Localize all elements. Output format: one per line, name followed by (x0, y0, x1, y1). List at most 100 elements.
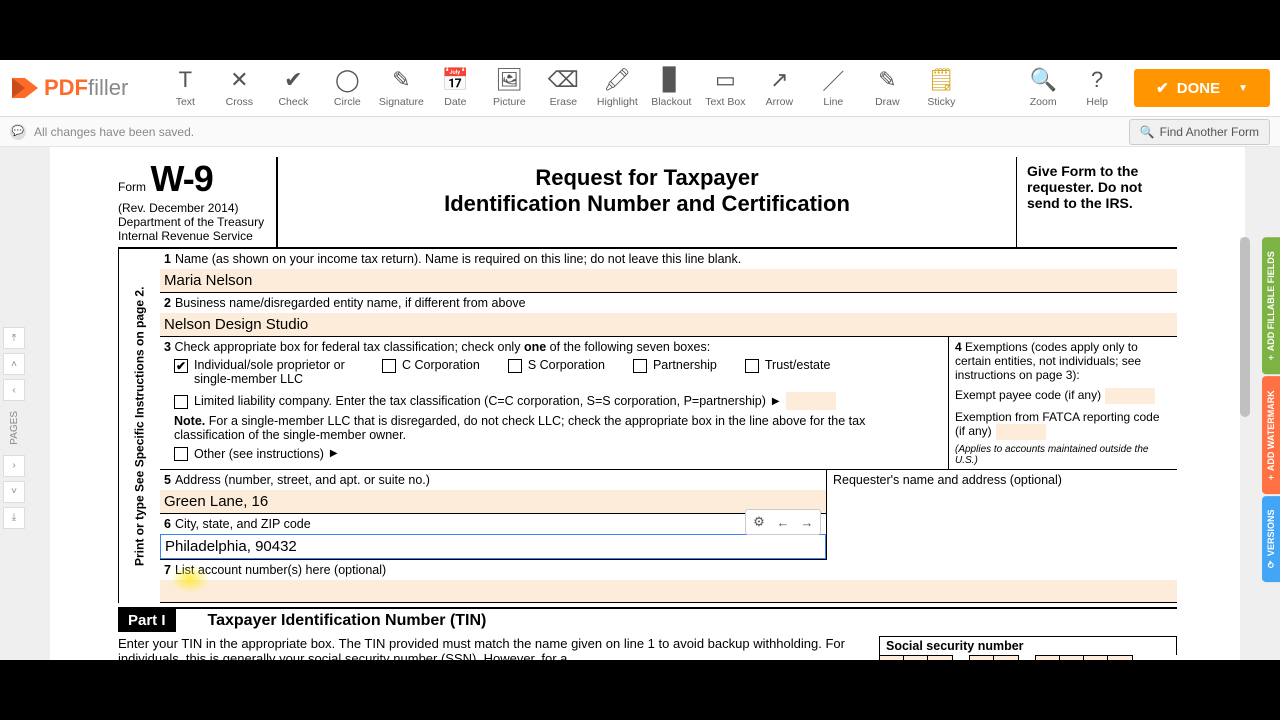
erase-icon: ⌫ (548, 68, 579, 92)
arrow-icon: ↗ (770, 68, 788, 92)
date-tool-button[interactable]: 📅Date (428, 61, 482, 116)
line3-label-c: of the following seven boxes: (550, 340, 711, 354)
textbox-icon: ▭ (715, 68, 736, 92)
search-icon: 🔍 (1140, 125, 1155, 139)
exempt-fatca-field[interactable] (996, 424, 1046, 440)
logo[interactable]: PDFfiller (10, 75, 128, 101)
text-tool-button[interactable]: TText (158, 61, 212, 116)
line6-label: City, state, and ZIP code (175, 517, 311, 531)
erase-tool-button[interactable]: ⌫Erase (536, 61, 590, 116)
address-field[interactable]: Green Lane, 16 (160, 490, 826, 513)
chevron-down-icon: ▼ (1238, 83, 1248, 94)
name-field[interactable]: Maria Nelson (160, 269, 1177, 292)
done-button[interactable]: DONE ▼ (1134, 69, 1270, 107)
draw-tool-button[interactable]: ✎Draw (860, 61, 914, 116)
scroll-thumb[interactable] (1240, 237, 1250, 417)
checkbox-scorp[interactable] (508, 359, 522, 373)
exempt-note: (Applies to accounts maintained outside … (955, 444, 1171, 466)
logo-icon (10, 76, 40, 100)
check-tool-button[interactable]: ✔Check (266, 61, 320, 116)
field-prev-button[interactable]: ← (772, 512, 794, 532)
checkbox-individual[interactable] (174, 359, 188, 373)
form-sidebar-text: Print or type See Specific Instructions … (118, 249, 160, 603)
part-i-badge: Part I (118, 609, 176, 632)
checkbox-trust[interactable] (745, 359, 759, 373)
field-next-button[interactable]: → (796, 512, 818, 532)
checkbox-llc[interactable] (174, 395, 188, 409)
line4-label: Exemptions (codes apply only to certain … (955, 340, 1141, 382)
status-bar: 💬 All changes have been saved. 🔍 Find An… (0, 117, 1280, 147)
page-down-button[interactable]: ˅ (3, 481, 25, 503)
chk-trust-label: Trust/estate (765, 358, 831, 372)
form-code: W-9 (150, 158, 212, 199)
line2-label: Business name/disregarded entity name, i… (175, 296, 526, 310)
help-tool-button[interactable]: ?Help (1070, 61, 1124, 116)
line-icon: ／ (822, 68, 844, 92)
field-tools: ⚙ ← → (745, 509, 821, 535)
chk-ccorp-label: C Corporation (402, 358, 480, 372)
form-dept2: Internal Revenue Service (118, 229, 268, 243)
form-dept1: Department of the Treasury (118, 215, 268, 229)
zoom-tool-button[interactable]: 🔍Zoom (1016, 61, 1070, 116)
exempt-payee-field[interactable] (1105, 388, 1155, 404)
form-word: Form (118, 180, 146, 194)
city-state-zip-field[interactable]: Philadelphia, 90432 ⚙ ← → (160, 534, 826, 559)
circle-tool-button[interactable]: ◯Circle (320, 61, 374, 116)
requester-label: Requester's name and address (optional) (827, 470, 1177, 560)
vertical-scrollbar[interactable] (1240, 237, 1250, 660)
chk-individual-label: Individual/sole proprietor or single-mem… (194, 358, 354, 386)
add-fillable-tab[interactable]: +ADD FILLABLE FIELDS (1262, 237, 1280, 374)
exempt-fatca-label: Exemption from FATCA reporting code (if … (955, 410, 1160, 438)
line5-label: Address (number, street, and apt. or sui… (175, 473, 430, 487)
llc-classification-field[interactable] (786, 392, 836, 410)
page-up-button[interactable]: ˄ (3, 353, 25, 375)
page-navigation: ⤒ ˄ ‹ PAGES › ˅ ⤓ (0, 327, 28, 529)
checkbox-other[interactable] (174, 447, 188, 461)
versions-tab[interactable]: ⟳VERSIONS (1262, 496, 1280, 582)
line3-label: Check appropriate box for federal tax cl… (174, 340, 520, 354)
sticky-tool-button[interactable]: 🗒Sticky (914, 61, 968, 116)
side-tabs: +ADD FILLABLE FIELDS +ADD WATERMARK ⟳VER… (1262, 237, 1280, 582)
checkbox-ccorp[interactable] (382, 359, 396, 373)
picture-tool-button[interactable]: 🖼Picture (482, 61, 536, 116)
city-value: Philadelphia, 90432 (165, 538, 297, 555)
date-icon: 📅 (442, 68, 469, 92)
page-last-button[interactable]: ⤓ (3, 507, 25, 529)
line1-label: Name (as shown on your income tax return… (175, 252, 741, 266)
chk-partnership-label: Partnership (653, 358, 717, 372)
signature-tool-button[interactable]: ✎Signature (374, 61, 428, 116)
form-title-2: Identification Number and Certification (298, 191, 996, 217)
logo-text-filler: filler (88, 75, 128, 101)
line-tool-button[interactable]: ／Line (806, 61, 860, 116)
add-watermark-tab[interactable]: +ADD WATERMARK (1262, 376, 1280, 494)
exempt-payee-label: Exempt payee code (if any) (955, 388, 1101, 402)
circle-icon: ◯ (335, 68, 360, 92)
chk-scorp-label: S Corporation (528, 358, 605, 372)
textbox-tool-button[interactable]: ▭Text Box (698, 61, 752, 116)
check-icon: ✔ (284, 68, 302, 92)
document-viewport: ⤒ ˄ ‹ PAGES › ˅ ⤓ Form W-9 (Rev. Decembe… (0, 147, 1280, 660)
form-revision: (Rev. December 2014) (118, 201, 268, 215)
arrow-tool-button[interactable]: ↗Arrow (752, 61, 806, 116)
highlight-tool-button[interactable]: 🖍Highlight (590, 61, 644, 116)
note-bold: Note. (174, 414, 205, 428)
note-text: For a single-member LLC that is disregar… (174, 414, 865, 442)
find-form-button[interactable]: 🔍 Find Another Form (1129, 119, 1270, 145)
checkbox-partnership[interactable] (633, 359, 647, 373)
page-first-button[interactable]: ⤒ (3, 327, 25, 349)
business-name-field[interactable]: Nelson Design Studio (160, 313, 1177, 336)
cross-tool-button[interactable]: ✕Cross (212, 61, 266, 116)
account-numbers-field[interactable] (160, 580, 1177, 602)
blackout-tool-button[interactable]: ▊Blackout (644, 61, 698, 116)
ssn-input[interactable] (879, 655, 1177, 660)
chat-icon: 💬 (10, 124, 26, 140)
line3-one: one (524, 340, 546, 354)
page-prev-button[interactable]: ‹ (3, 379, 25, 401)
form-header: Form W-9 (Rev. December 2014) Department… (118, 157, 1177, 249)
field-settings-button[interactable]: ⚙ (748, 512, 770, 532)
plus-icon: + (1266, 355, 1276, 360)
part-i-title: Taxpayer Identification Number (TIN) (176, 612, 487, 630)
page-next-button[interactable]: › (3, 455, 25, 477)
ssn-label: Social security number (879, 636, 1177, 655)
part-i-text: Enter your TIN in the appropriate box. T… (118, 636, 879, 660)
